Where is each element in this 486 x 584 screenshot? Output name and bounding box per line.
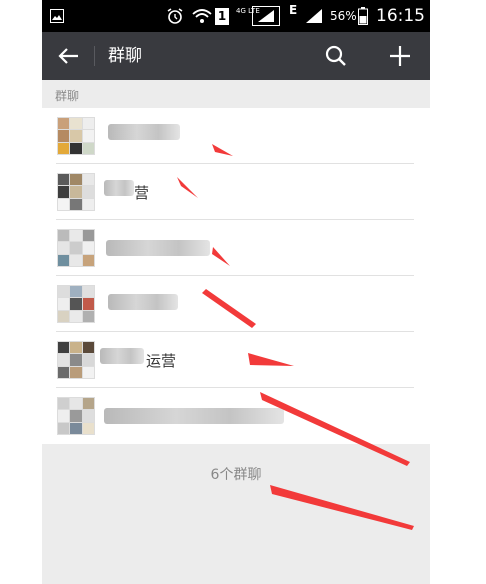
annotation-arrow-2 bbox=[177, 177, 198, 198]
annotation-arrow-6 bbox=[260, 392, 410, 466]
annotation-arrow-7 bbox=[270, 485, 414, 530]
annotation-arrow-1 bbox=[212, 144, 233, 156]
annotation-arrow-3 bbox=[212, 247, 230, 266]
annotation-arrows bbox=[177, 144, 414, 530]
annotation-arrow-5 bbox=[248, 353, 294, 366]
annotation-arrow-4 bbox=[202, 289, 256, 328]
